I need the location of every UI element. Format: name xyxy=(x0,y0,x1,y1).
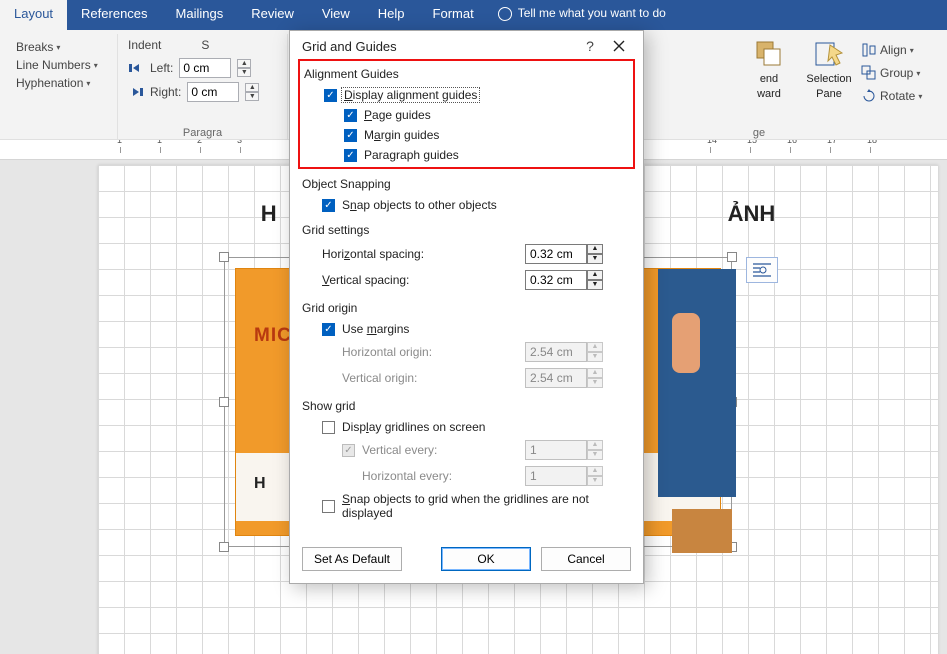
group-button[interactable]: Group▾ xyxy=(861,63,931,83)
group-icon xyxy=(861,65,877,81)
lbl-horizontal-every: Horizontal every: xyxy=(362,469,452,483)
spacing-header: S xyxy=(201,38,209,52)
indent-right-icon xyxy=(128,84,144,100)
input-vertical-origin xyxy=(525,368,587,388)
line-numbers-button[interactable]: Line Numbers▾ xyxy=(16,56,107,74)
indent-right-spinner[interactable]: ▲▼ xyxy=(245,83,259,101)
dialog-titlebar[interactable]: Grid and Guides ? xyxy=(290,31,643,61)
tell-me-search[interactable]: Tell me what you want to do xyxy=(488,0,947,30)
chevron-down-icon: ▾ xyxy=(86,79,90,88)
lbl-use-margins: Use margins xyxy=(342,322,409,336)
arrange-ge-label: ge xyxy=(729,127,789,139)
chevron-down-icon: ▾ xyxy=(910,46,914,55)
paragraph-group-label: Paragra xyxy=(118,127,287,139)
tab-layout[interactable]: Layout xyxy=(0,0,67,30)
chk-snap-when-not-displayed[interactable] xyxy=(322,500,335,513)
align-icon xyxy=(861,42,877,58)
indent-right-input[interactable] xyxy=(187,82,239,102)
lbl-horizontal-spacing: Horizontal spacing: xyxy=(322,247,452,261)
tab-mailings[interactable]: Mailings xyxy=(162,0,238,30)
chk-use-margins[interactable]: ✓ xyxy=(322,323,335,336)
resize-handle-bl[interactable] xyxy=(219,542,229,552)
spinner-vertical-spacing[interactable]: ▲▼ xyxy=(587,270,603,290)
ribbon-tabs: Layout References Mailings Review View H… xyxy=(0,0,947,30)
chk-margin-guides[interactable]: ✓ xyxy=(344,129,357,142)
chevron-down-icon: ▾ xyxy=(918,92,922,101)
indent-header: Indent xyxy=(128,38,161,52)
align-button[interactable]: Align▾ xyxy=(861,40,931,60)
resize-handle-tl[interactable] xyxy=(219,252,229,262)
ok-button[interactable]: OK xyxy=(441,547,531,571)
lbl-page-guides: Page guides xyxy=(364,108,431,122)
sect-show-grid: Show grid xyxy=(302,399,631,417)
lbl-paragraph-guides: Paragraph guides xyxy=(364,148,459,162)
lbl-horizontal-origin: Horizontal origin: xyxy=(342,345,472,359)
spinner-vertical-origin: ▲▼ xyxy=(587,368,603,388)
spinner-horizontal-spacing[interactable]: ▲▼ xyxy=(587,244,603,264)
rotate-button[interactable]: Rotate▾ xyxy=(861,86,931,106)
lbl-vertical-origin: Vertical origin: xyxy=(342,371,472,385)
lbl-display-alignment-guides: DDisplay alignment guidesisplay alignmen… xyxy=(344,88,480,102)
send-backward-icon xyxy=(753,38,785,70)
layout-options-icon xyxy=(751,262,773,278)
sect-alignment-guides: Alignment Guides xyxy=(304,67,629,85)
close-icon xyxy=(613,40,625,52)
tab-references[interactable]: References xyxy=(67,0,161,30)
chk-display-alignment-guides[interactable]: ✓ xyxy=(324,89,337,102)
lbl-vertical-spacing: Vertical spacing: xyxy=(322,273,452,287)
layout-options-button[interactable] xyxy=(746,257,778,283)
lbl-snap-when-not-displayed: Snap objects to grid when the gridlines … xyxy=(342,492,631,520)
indent-left-input[interactable] xyxy=(179,58,231,78)
set-as-default-button[interactable]: Set As Default xyxy=(302,547,402,571)
sect-object-snapping: Object Snapping xyxy=(302,177,631,195)
illustration-secondary xyxy=(658,269,736,497)
chk-vertical-every: ✓ xyxy=(342,444,355,457)
resize-handle-ml[interactable] xyxy=(219,397,229,407)
lbl-margin-guides: Margin guides xyxy=(364,128,439,142)
tab-review[interactable]: Review xyxy=(237,0,308,30)
spinner-vertical-every: ▲▼ xyxy=(587,440,603,460)
tell-me-label: Tell me what you want to do xyxy=(518,6,666,20)
lightbulb-icon xyxy=(498,7,512,21)
tab-view[interactable]: View xyxy=(308,0,364,30)
chevron-down-icon: ▾ xyxy=(94,61,98,70)
indent-left-spinner[interactable]: ▲▼ xyxy=(237,59,251,77)
sect-grid-origin: Grid origin xyxy=(302,301,631,319)
input-horizontal-spacing[interactable] xyxy=(525,244,587,264)
chk-display-gridlines[interactable] xyxy=(322,421,335,434)
highlight-alignment-guides: Alignment Guides ✓ DDisplay alignment gu… xyxy=(298,59,635,169)
chevron-down-icon: ▾ xyxy=(56,43,60,52)
resize-handle-tr[interactable] xyxy=(727,252,737,262)
tab-format[interactable]: Format xyxy=(419,0,488,30)
input-vertical-every xyxy=(525,440,587,460)
chevron-down-icon: ▾ xyxy=(916,69,920,78)
chk-snap-objects[interactable]: ✓ xyxy=(322,199,335,212)
lbl-snap-objects: Snap objects to other objects xyxy=(342,198,497,212)
help-button[interactable]: ? xyxy=(577,38,603,54)
spinner-horizontal-origin: ▲▼ xyxy=(587,342,603,362)
spinner-horizontal-every: ▲▼ xyxy=(587,466,603,486)
input-vertical-spacing[interactable] xyxy=(525,270,587,290)
selection-pane-icon xyxy=(813,38,845,70)
grid-and-guides-dialog: Grid and Guides ? Alignment Guides ✓ DDi… xyxy=(289,30,644,584)
breaks-button[interactable]: Breaks▾ xyxy=(16,38,107,56)
input-horizontal-origin xyxy=(525,342,587,362)
indent-left-row: Left: ▲▼ xyxy=(128,56,277,80)
chk-paragraph-guides[interactable]: ✓ xyxy=(344,149,357,162)
dialog-title: Grid and Guides xyxy=(302,39,397,54)
lbl-display-gridlines: Display gridlines on screen xyxy=(342,420,485,434)
rotate-icon xyxy=(861,88,877,104)
tab-help[interactable]: Help xyxy=(364,0,419,30)
hyphenation-button[interactable]: Hyphenation▾ xyxy=(16,74,107,92)
sect-grid-settings: Grid settings xyxy=(302,223,631,241)
close-button[interactable] xyxy=(603,31,635,61)
indent-left-icon xyxy=(128,60,144,76)
lbl-vertical-every: Vertical every: xyxy=(362,443,437,457)
chk-page-guides[interactable]: ✓ xyxy=(344,109,357,122)
indent-right-row: Right: ▲▼ xyxy=(128,80,277,104)
selection-pane-button[interactable]: Selection Pane xyxy=(799,38,859,100)
cancel-button[interactable]: Cancel xyxy=(541,547,631,571)
input-horizontal-every xyxy=(525,466,587,486)
